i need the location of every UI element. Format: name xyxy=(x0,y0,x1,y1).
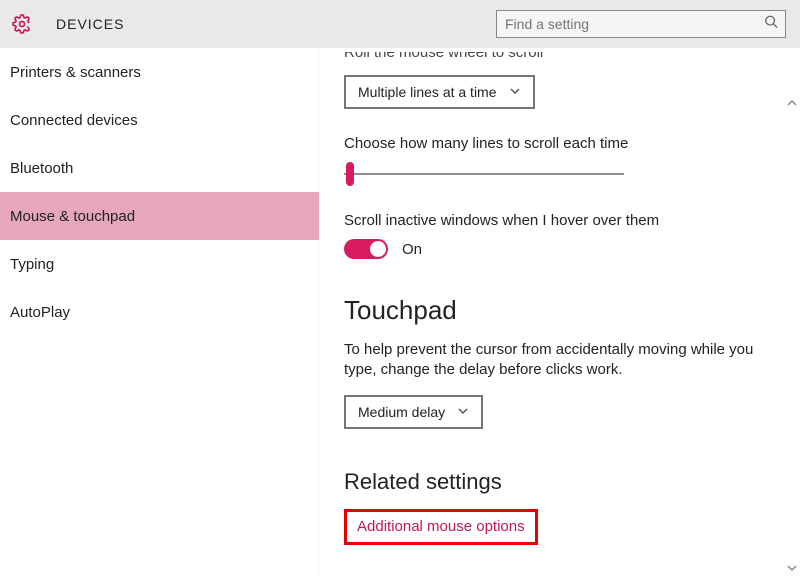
sidebar-item-label: Printers & scanners xyxy=(10,64,141,81)
scroll-mode-dropdown[interactable]: Multiple lines at a time xyxy=(344,75,535,109)
scroll-mode-label: Roll the mouse wheel to scroll xyxy=(344,48,776,61)
search-container xyxy=(496,10,786,38)
gear-icon xyxy=(12,14,32,34)
header-bar: DEVICES xyxy=(0,0,800,48)
dropdown-value: Medium delay xyxy=(358,404,445,420)
inactive-toggle[interactable] xyxy=(344,239,388,259)
sidebar-item-autoplay[interactable]: AutoPlay xyxy=(0,288,319,336)
lines-slider[interactable] xyxy=(344,162,624,186)
related-heading: Related settings xyxy=(344,469,776,495)
lines-label: Choose how many lines to scroll each tim… xyxy=(344,135,776,152)
sidebar-item-printers[interactable]: Printers & scanners xyxy=(0,48,319,96)
sidebar-item-bluetooth[interactable]: Bluetooth xyxy=(0,144,319,192)
page-title: DEVICES xyxy=(56,16,124,32)
touchpad-description: To help prevent the cursor from accident… xyxy=(344,340,764,381)
sidebar-item-label: AutoPlay xyxy=(10,304,70,321)
chevron-down-icon xyxy=(509,84,521,100)
chevron-down-icon xyxy=(457,404,469,420)
slider-thumb[interactable] xyxy=(346,162,354,186)
sidebar-item-label: Connected devices xyxy=(10,112,138,129)
sidebar: Printers & scanners Connected devices Bl… xyxy=(0,48,320,577)
inactive-label: Scroll inactive windows when I hover ove… xyxy=(344,212,776,229)
slider-track xyxy=(344,173,624,175)
search-input[interactable] xyxy=(496,10,786,38)
sidebar-item-typing[interactable]: Typing xyxy=(0,240,319,288)
sidebar-item-connected[interactable]: Connected devices xyxy=(0,96,319,144)
main-area: Printers & scanners Connected devices Bl… xyxy=(0,48,800,577)
additional-mouse-options-link[interactable]: Additional mouse options xyxy=(357,518,525,535)
dropdown-value: Multiple lines at a time xyxy=(358,84,497,100)
delay-dropdown[interactable]: Medium delay xyxy=(344,395,483,429)
touchpad-heading: Touchpad xyxy=(344,295,776,326)
toggle-state-label: On xyxy=(402,241,422,258)
toggle-knob xyxy=(370,241,386,257)
sidebar-item-label: Typing xyxy=(10,256,54,273)
highlight-box: Additional mouse options xyxy=(344,509,538,545)
content-pane: Roll the mouse wheel to scroll Multiple … xyxy=(320,48,800,577)
scroll-down-icon[interactable] xyxy=(786,563,798,575)
sidebar-item-label: Mouse & touchpad xyxy=(10,208,135,225)
sidebar-item-mouse[interactable]: Mouse & touchpad xyxy=(0,192,319,240)
scroll-up-icon[interactable] xyxy=(786,98,798,110)
sidebar-item-label: Bluetooth xyxy=(10,160,73,177)
